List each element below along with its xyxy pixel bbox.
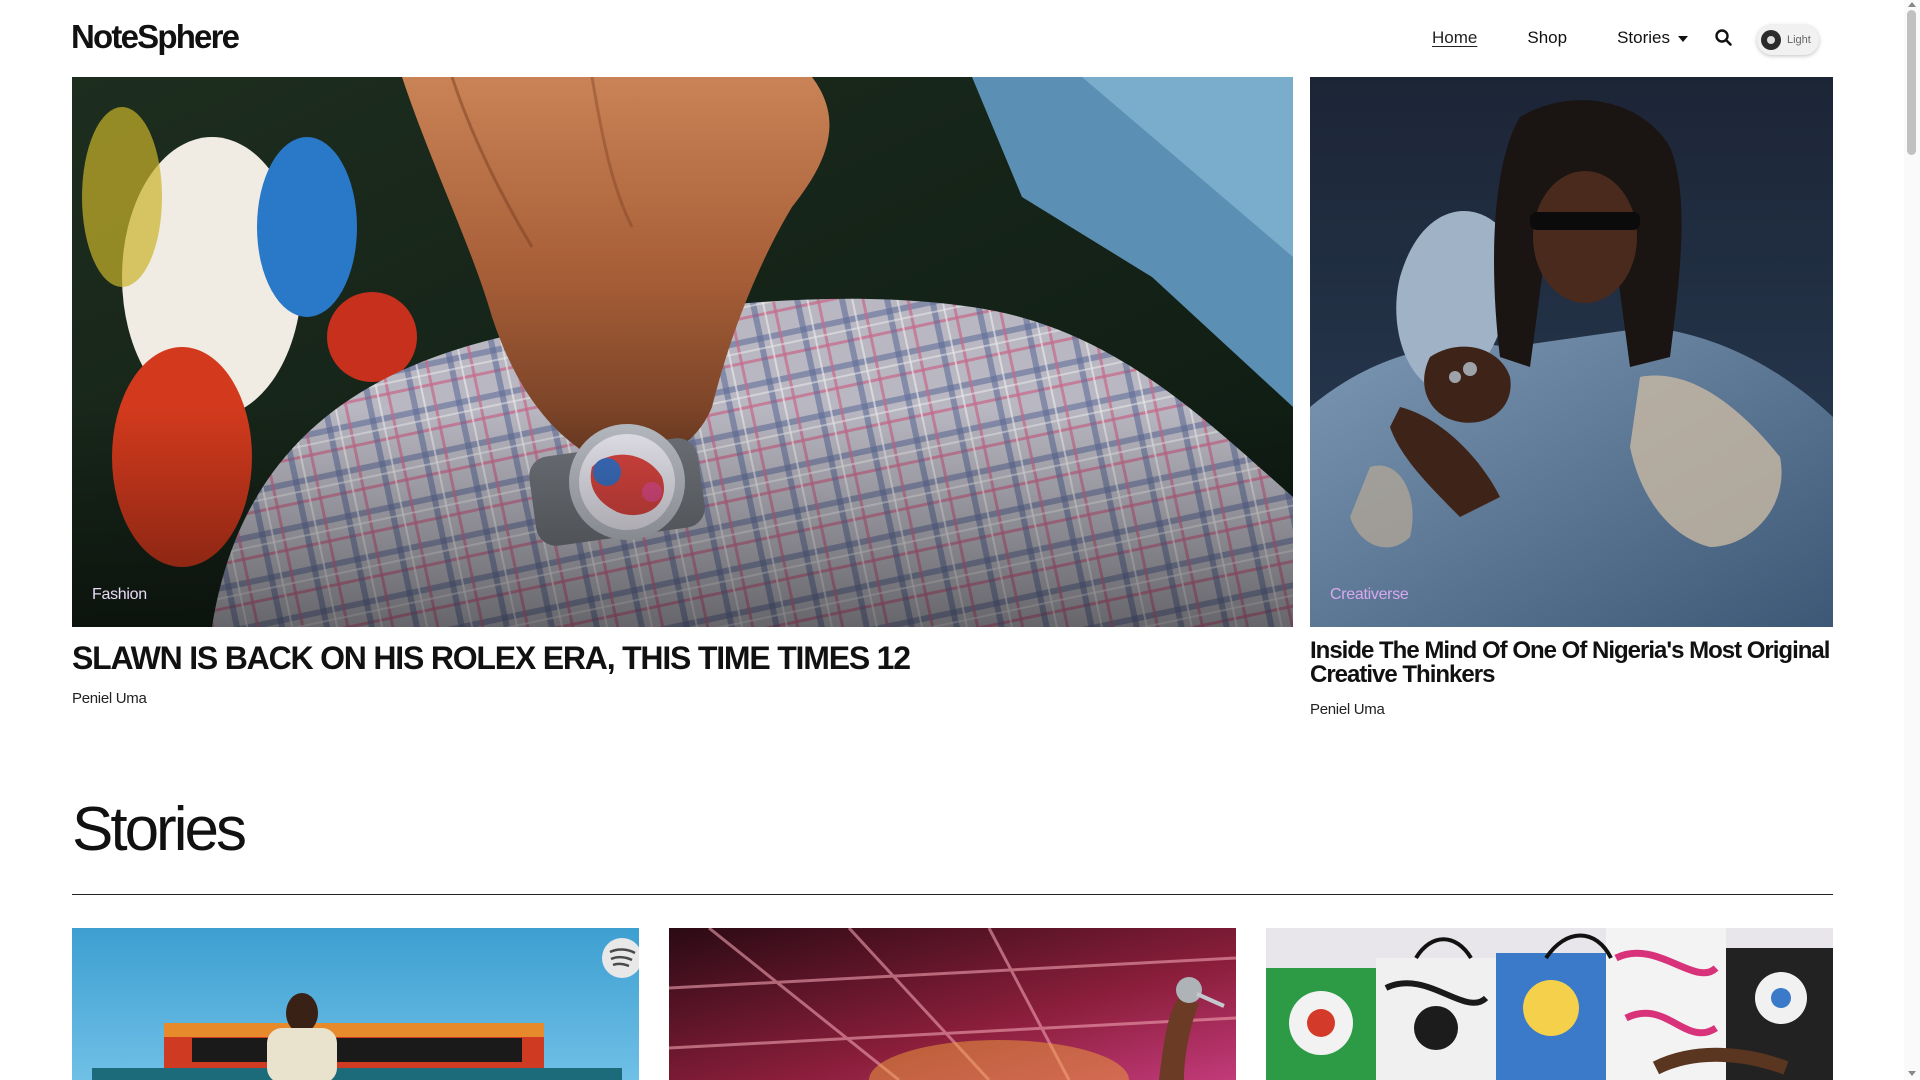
- site-header: NoteSphere Home Shop Stories Light: [0, 0, 1904, 78]
- painted-bags-photo: [1266, 928, 1833, 1080]
- hero-main-photo: [72, 77, 1293, 627]
- concert-microphone-photo: [669, 928, 1236, 1080]
- story-card-2[interactable]: [669, 928, 1236, 1080]
- page-scrollbar[interactable]: [1904, 0, 1920, 1080]
- category-label-fashion[interactable]: Fashion: [92, 586, 147, 604]
- scroll-thumb[interactable]: [1907, 10, 1916, 155]
- site-logo[interactable]: NoteSphere: [71, 18, 240, 56]
- sun-icon: [1761, 30, 1781, 50]
- theme-toggle-label: Light: [1787, 34, 1811, 46]
- main-nav: Home Shop Stories: [1432, 28, 1734, 48]
- theme-toggle[interactable]: Light: [1757, 25, 1819, 55]
- search-icon: [1715, 29, 1732, 46]
- hero-main-headline[interactable]: SLAWN IS BACK ON HIS ROLEX ERA, THIS TIM…: [72, 640, 1292, 677]
- hero-main-image[interactable]: Fashion: [72, 77, 1293, 627]
- story-card-3[interactable]: [1266, 928, 1833, 1080]
- nav-shop-link[interactable]: Shop: [1527, 28, 1567, 48]
- hero-side-image[interactable]: Creativerse: [1310, 77, 1833, 627]
- hero-side-author[interactable]: Peniel Uma: [1310, 701, 1385, 718]
- story-card-1[interactable]: [72, 928, 639, 1080]
- hero-side-headline[interactable]: Inside The Mind Of One Of Nigeria's Most…: [1310, 639, 1833, 687]
- section-divider: [72, 894, 1833, 895]
- chevron-down-icon: [1677, 36, 1688, 42]
- hero-side-photo: [1310, 77, 1833, 627]
- category-label-creativerse[interactable]: Creativerse: [1330, 586, 1409, 604]
- nav-stories-label: Stories: [1617, 28, 1670, 47]
- scroll-down-arrow-icon[interactable]: [1908, 1071, 1916, 1076]
- nav-home-link[interactable]: Home: [1432, 28, 1477, 48]
- search-button[interactable]: [1714, 28, 1734, 48]
- afronation-stage-photo: [72, 928, 639, 1080]
- scroll-up-arrow-icon[interactable]: [1908, 2, 1916, 7]
- stories-section-title: Stories: [72, 795, 247, 864]
- nav-stories-dropdown[interactable]: Stories: [1617, 28, 1688, 48]
- hero-main-author[interactable]: Peniel Uma: [72, 690, 147, 707]
